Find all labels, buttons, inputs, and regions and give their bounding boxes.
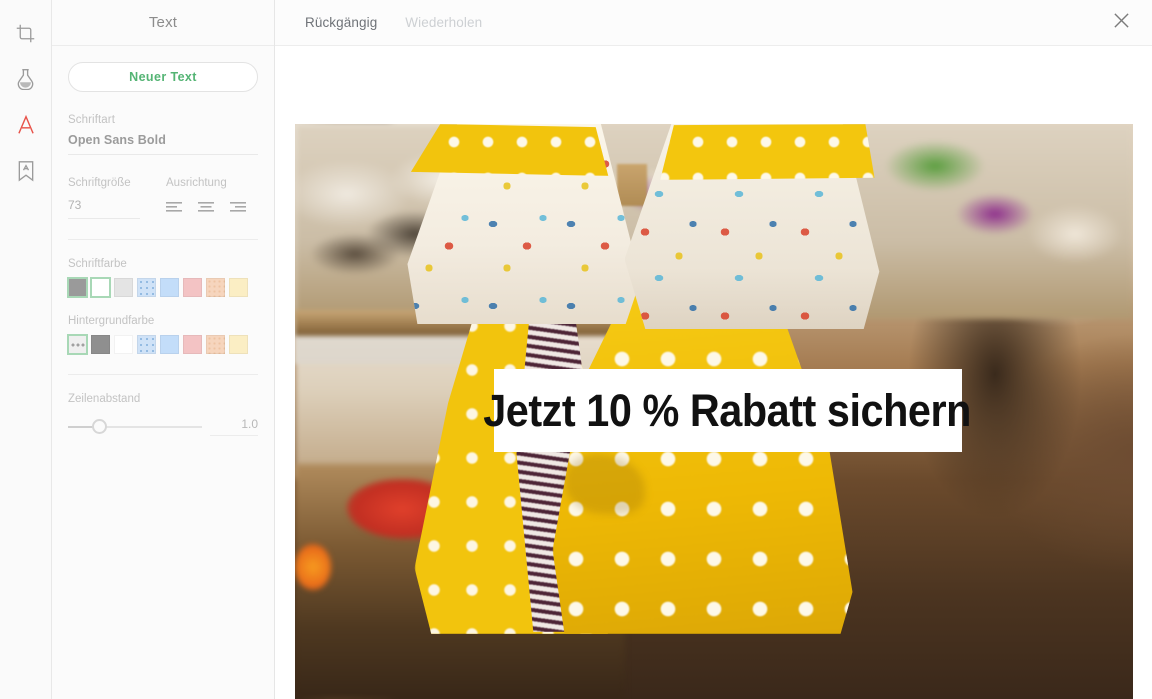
close-icon	[1113, 12, 1130, 34]
redo-button[interactable]: Wiederholen	[405, 15, 482, 30]
photo-waistband-right	[660, 124, 875, 180]
swatch-font-peach[interactable]	[206, 278, 225, 297]
swatch-font-white[interactable]	[90, 277, 111, 298]
swatch-bg-light-blue[interactable]	[160, 335, 179, 354]
divider-2	[68, 374, 258, 375]
swatch-bg-peach[interactable]	[206, 335, 225, 354]
divider-1	[68, 239, 258, 240]
bg-color-label: Hintergrundfarbe	[68, 315, 155, 327]
canvas-area: Jetzt 10 % Rabatt sichern	[275, 46, 1152, 699]
text-a-icon	[16, 114, 36, 136]
line-height-value[interactable]: 1.0	[210, 417, 258, 436]
font-size-group: Schriftgröße 73	[68, 177, 156, 219]
crop-icon	[15, 23, 36, 44]
sidebar-item-filter[interactable]	[6, 56, 46, 102]
align-center-icon[interactable]	[198, 200, 214, 212]
panel-body: Neuer Text Schriftart Open Sans Bold Sch…	[52, 46, 274, 436]
alignment-label: Ausrichtung	[166, 177, 227, 189]
swatch-bg-cream[interactable]	[229, 335, 248, 354]
swatch-bg-transparent[interactable]	[67, 334, 88, 355]
sidebar-item-crop[interactable]	[6, 10, 46, 56]
swatch-font-light-blue[interactable]	[160, 278, 179, 297]
align-left-icon[interactable]	[166, 200, 182, 212]
alignment-group: Ausrichtung	[156, 177, 258, 219]
bg-color-swatches	[67, 334, 258, 355]
sticker-bookmark-icon	[16, 160, 36, 182]
line-height-row: 1.0	[68, 417, 258, 436]
swatch-font-gray[interactable]	[67, 277, 88, 298]
overlay-text: Jetzt 10 % Rabatt sichern	[483, 384, 972, 436]
font-size-input[interactable]: 73	[68, 198, 140, 219]
sidebar-item-sticker[interactable]	[6, 148, 46, 194]
align-right-icon[interactable]	[230, 200, 246, 212]
font-family-select[interactable]: Open Sans Bold	[68, 133, 258, 155]
editor-photo[interactable]: Jetzt 10 % Rabatt sichern	[294, 124, 1133, 699]
history-toolbar: Rückgängig Wiederholen	[275, 0, 1152, 46]
font-color-swatches	[67, 277, 258, 298]
line-height-label: Zeilenabstand	[68, 393, 141, 405]
undo-button[interactable]: Rückgängig	[305, 15, 377, 30]
panel-header: Text	[52, 0, 274, 46]
swatch-bg-pink[interactable]	[183, 335, 202, 354]
swatch-bg-pale-blue-pattern[interactable]	[137, 335, 156, 354]
font-color-label: Schriftfarbe	[68, 258, 127, 270]
swatch-font-cream[interactable]	[229, 278, 248, 297]
new-text-button[interactable]: Neuer Text	[68, 62, 258, 92]
alignment-buttons	[166, 198, 258, 212]
image-editor-app: Text Neuer Text Schriftart Open Sans Bol…	[0, 0, 1152, 699]
swatch-bg-white[interactable]	[114, 335, 133, 354]
tool-rail	[0, 0, 52, 699]
close-button[interactable]	[1104, 6, 1138, 40]
line-height-slider[interactable]	[68, 419, 202, 434]
sidebar-item-text[interactable]	[6, 102, 46, 148]
swatch-bg-gray[interactable]	[91, 335, 110, 354]
slider-knob[interactable]	[92, 419, 108, 434]
swatch-font-pink[interactable]	[183, 278, 202, 297]
text-overlay-box[interactable]: Jetzt 10 % Rabatt sichern	[484, 369, 972, 452]
photo-orange-object	[294, 544, 331, 590]
swatch-font-light-gray[interactable]	[114, 278, 133, 297]
font-size-label: Schriftgröße	[68, 177, 131, 189]
panel-title: Text	[148, 14, 178, 31]
text-options-panel: Text Neuer Text Schriftart Open Sans Bol…	[52, 0, 275, 699]
font-family-label: Schriftart	[68, 114, 116, 126]
size-align-row: Schriftgröße 73 Ausrichtung	[68, 177, 258, 219]
swatch-font-pale-blue-pattern[interactable]	[137, 278, 156, 297]
filter-flask-icon	[15, 68, 36, 90]
photo-price-tag	[616, 164, 647, 206]
main-area: Rückgängig Wiederholen Jetzt 10 % Rabatt…	[275, 0, 1152, 699]
